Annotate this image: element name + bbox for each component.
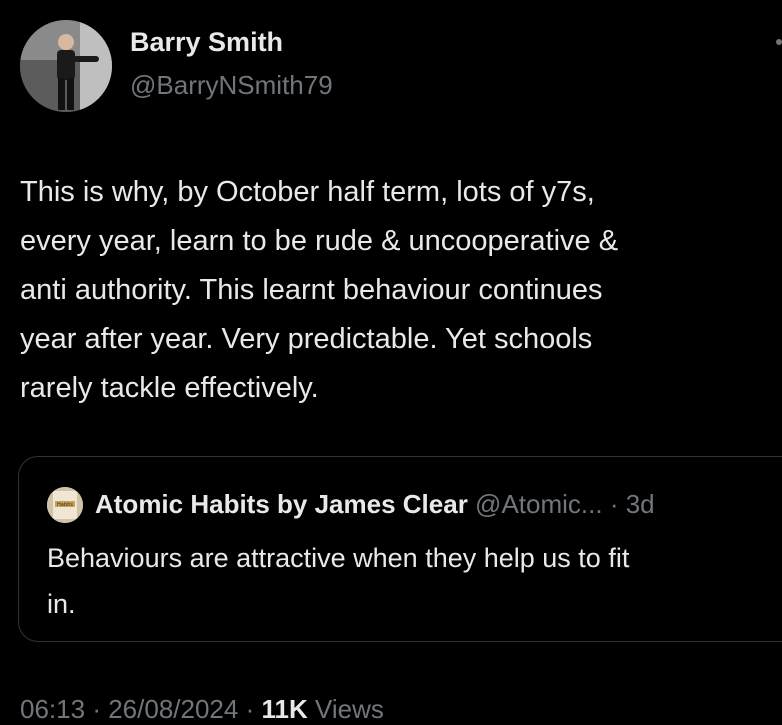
quoted-name[interactable]: Atomic Habits by James Clear [95,489,468,519]
quoted-avatar-label: Habits [57,502,73,508]
tweet-time[interactable]: 06:13 [20,694,85,724]
tweet[interactable]: Barry Smith @BarryNSmith79 This is why, … [0,0,782,725]
tweet-text-line: This is why, by October half term, lots … [20,176,595,208]
quoted-text-line: Behaviours are attractive when they help… [47,543,630,573]
tweet-text-line: year after year. Very predictable. Yet s… [20,323,593,355]
tweet-text: This is why, by October half term, lots … [20,168,765,413]
quoted-time[interactable]: 3d [626,489,655,519]
quoted-avatar-image: Habits [47,487,83,523]
meta-separator: · [92,694,101,724]
views-count[interactable]: 11K [262,694,308,724]
tweet-text-line: every year, learn to be rude & uncoopera… [20,225,619,257]
tweet-date[interactable]: 26/08/2024 [108,694,238,724]
more-options-icon[interactable] [770,22,782,62]
author-handle[interactable]: @BarryNSmith79 [130,70,333,101]
tweet-text-line: anti authority. This learnt behaviour co… [20,274,603,306]
quoted-tweet[interactable]: Habits Atomic Habits by James Clear @Ato… [18,456,782,642]
tweet-text-line: rarely tackle effectively. [20,372,319,404]
quoted-avatar[interactable]: Habits [47,487,83,523]
quoted-handle[interactable]: @Atomic... [475,489,603,519]
views-label: Views [315,694,384,724]
quoted-header: Atomic Habits by James Clear @Atomic... … [95,489,655,520]
author-avatar[interactable] [20,20,112,112]
author-avatar-image [20,20,112,112]
quoted-text-line: in. [47,589,76,619]
tweet-meta: 06:13 · 26/08/2024 · 11K Views [20,694,384,725]
quoted-separator: · [609,489,619,519]
meta-separator: · [245,694,255,724]
quoted-text: Behaviours are attractive when they help… [47,535,767,627]
author-name[interactable]: Barry Smith [130,27,283,58]
